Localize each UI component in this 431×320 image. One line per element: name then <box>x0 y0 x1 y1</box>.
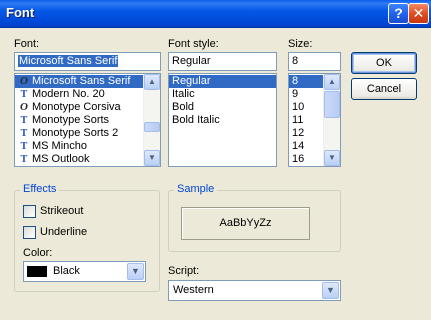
truetype-icon: T <box>20 141 28 152</box>
size-list-item[interactable]: 16 <box>289 153 323 166</box>
color-label: Color: <box>23 247 53 259</box>
font-input-value: Microsoft Sans Serif <box>18 55 119 67</box>
scroll-thumb[interactable] <box>324 91 340 118</box>
help-button[interactable]: ? <box>388 3 409 24</box>
font-list-item[interactable]: T Modern No. 20 <box>15 88 143 101</box>
scroll-thumb[interactable] <box>144 122 160 132</box>
size-list-item[interactable]: 8 <box>289 75 323 88</box>
font-list-item-label: MS Outlook <box>32 153 90 165</box>
strikeout-label[interactable]: Strikeout <box>40 205 83 217</box>
font-list-item[interactable]: T MS Outlook <box>15 153 143 166</box>
scroll-up-arrow-icon[interactable]: ▲ <box>324 74 340 90</box>
script-label: Script: <box>168 265 200 277</box>
size-list-item[interactable]: 11 <box>289 114 323 127</box>
script-dropdown[interactable]: Western ▼ <box>168 280 341 301</box>
truetype-icon: T <box>20 154 28 165</box>
font-list-item-label: MS Mincho <box>32 140 88 152</box>
truetype-icon: T <box>20 115 28 126</box>
sample-preview: AaBbYyZz <box>181 207 310 240</box>
truetype-icon: T <box>20 89 28 100</box>
effects-title: Effects <box>20 183 60 195</box>
size-list[interactable]: 8 9 10 11 12 14 16 ▲ ▼ <box>288 73 341 167</box>
opentype-icon: O <box>20 75 28 87</box>
cancel-button[interactable]: Cancel <box>351 78 417 100</box>
chevron-down-icon[interactable]: ▼ <box>322 282 339 299</box>
size-list-item[interactable]: 10 <box>289 101 323 114</box>
window-title: Font <box>6 5 35 20</box>
color-value: Black <box>53 265 80 277</box>
color-swatch <box>27 266 47 277</box>
size-label: Size: <box>288 38 313 50</box>
title-bar: Font ? ✕ <box>0 0 431 28</box>
font-list-item-label: Monotype Corsiva <box>32 101 121 113</box>
size-list-item[interactable]: 12 <box>289 127 323 140</box>
font-list[interactable]: O Microsoft Sans Serif T Modern No. 20 O Mono… <box>14 73 161 167</box>
font-list-item[interactable]: T Monotype Sorts <box>15 114 143 127</box>
font-style-list-item[interactable]: Bold <box>169 101 276 114</box>
strikeout-checkbox[interactable] <box>23 205 36 218</box>
scroll-up-arrow-icon[interactable]: ▲ <box>144 74 160 90</box>
sample-title: Sample <box>174 183 218 195</box>
chevron-down-icon[interactable]: ▼ <box>127 263 144 280</box>
opentype-icon: O <box>20 101 28 113</box>
font-style-input-value: Regular <box>172 55 211 67</box>
font-list-item-label: Microsoft Sans Serif <box>32 75 131 87</box>
scroll-down-arrow-icon[interactable]: ▼ <box>144 150 160 166</box>
font-list-item[interactable]: O Microsoft Sans Serif <box>15 75 143 88</box>
font-style-input[interactable]: Regular <box>168 52 277 71</box>
size-list-item[interactable]: 9 <box>289 88 323 101</box>
font-list-item-label: Monotype Sorts <box>32 114 110 126</box>
size-input-value: 8 <box>292 55 299 67</box>
color-dropdown[interactable]: Black ▼ <box>23 261 146 282</box>
font-list-item[interactable]: T MS Mincho <box>15 140 143 153</box>
close-button[interactable]: ✕ <box>408 3 429 24</box>
underline-checkbox[interactable] <box>23 226 36 239</box>
font-list-item[interactable]: O Monotype Corsiva <box>15 101 143 114</box>
font-style-list-item[interactable]: Regular <box>169 75 276 88</box>
font-list-item[interactable]: T Monotype Sorts 2 <box>15 127 143 140</box>
font-style-list-item[interactable]: Bold Italic <box>169 114 276 127</box>
font-style-label: Font style: <box>168 38 219 50</box>
truetype-icon: T <box>20 128 28 139</box>
size-list-item[interactable]: 14 <box>289 140 323 153</box>
underline-label[interactable]: Underline <box>40 226 87 238</box>
font-style-list-item[interactable]: Italic <box>169 88 276 101</box>
size-input[interactable]: 8 <box>288 52 341 71</box>
script-value: Western <box>173 284 214 296</box>
size-list-scrollbar[interactable]: ▲ ▼ <box>323 74 340 166</box>
font-list-item-label: Modern No. 20 <box>32 88 105 100</box>
font-input[interactable]: Microsoft Sans Serif <box>14 52 161 71</box>
ok-button[interactable]: OK <box>351 52 417 74</box>
font-list-scrollbar[interactable]: ▲ ▼ <box>143 74 160 166</box>
font-label: Font: <box>14 38 40 50</box>
font-list-item-label: Monotype Sorts 2 <box>32 127 119 139</box>
scroll-down-arrow-icon[interactable]: ▼ <box>324 150 340 166</box>
font-style-list[interactable]: Regular Italic Bold Bold Italic <box>168 73 277 167</box>
